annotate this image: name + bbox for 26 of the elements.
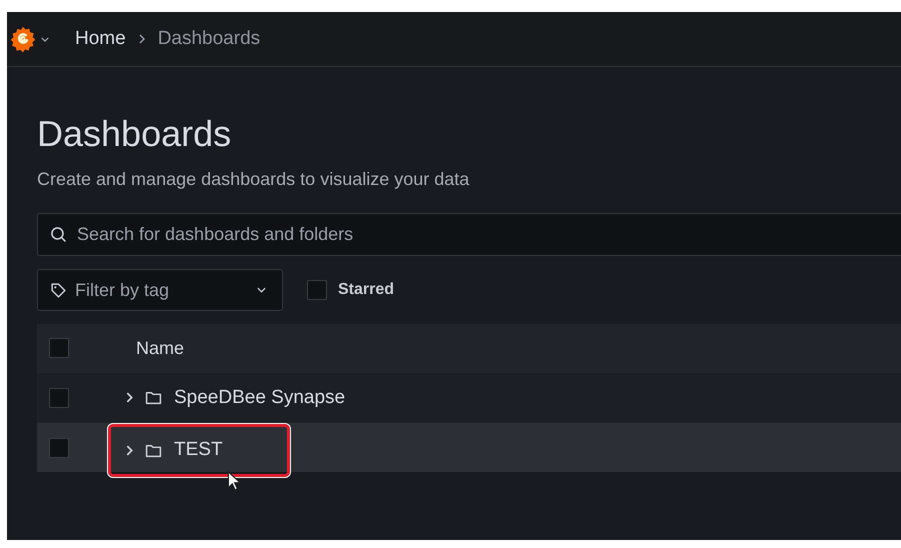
page-subtitle: Create and manage dashboards to visualize your data <box>37 169 470 190</box>
search-icon <box>50 226 67 243</box>
folder-name[interactable]: SpeeDBee Synapse <box>174 386 346 408</box>
tag-filter-dropdown[interactable]: Filter by tag <box>37 269 283 311</box>
logo-icon[interactable] <box>9 25 37 53</box>
breadcrumb-link[interactable]: Dashboards <box>158 28 260 50</box>
breadcrumb-link[interactable]: Home <box>75 28 126 50</box>
chevron-right-icon <box>138 34 145 44</box>
folder-icon <box>145 390 162 405</box>
column-header: Name <box>136 338 184 358</box>
search-field[interactable]: Search for dashboards and folders <box>37 213 901 256</box>
select-all-checkbox[interactable] <box>49 338 69 358</box>
chevron-down-icon[interactable] <box>41 36 49 42</box>
folder-name[interactable]: TEST <box>174 439 223 461</box>
tag-icon <box>50 282 67 298</box>
chevron-down-icon <box>257 287 266 293</box>
mouse-cursor-icon <box>227 470 241 490</box>
row-checkbox[interactable] <box>49 388 69 408</box>
table-row[interactable]: SpeeDBee Synapse <box>37 372 901 422</box>
page-title: Dashboards <box>37 113 232 155</box>
expand-icon[interactable] <box>126 392 133 403</box>
starred-checkbox[interactable] <box>307 280 327 300</box>
row-checkbox[interactable] <box>49 438 69 458</box>
expand-icon[interactable] <box>126 444 133 456</box>
folder-icon <box>145 442 162 458</box>
starred-label: Starred <box>338 281 394 299</box>
